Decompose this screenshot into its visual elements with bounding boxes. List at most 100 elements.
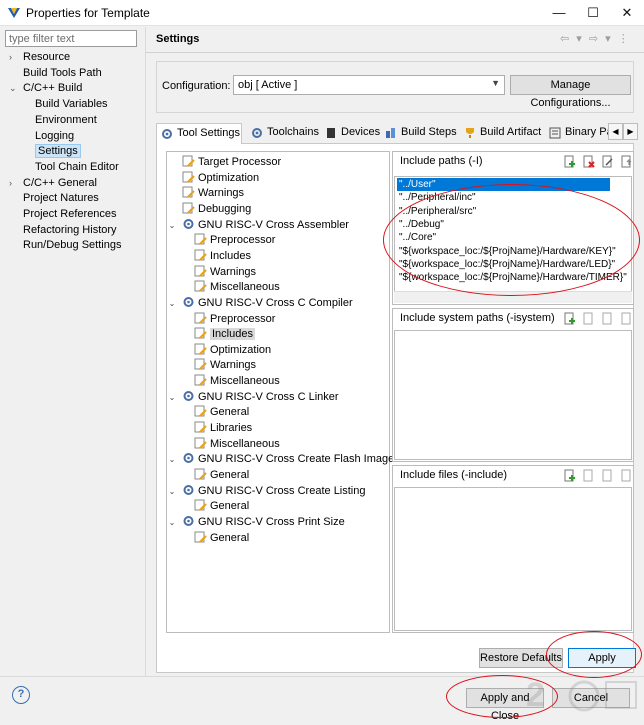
restore-defaults-button[interactable]: Restore Defaults bbox=[479, 648, 563, 668]
include-files-list[interactable] bbox=[394, 487, 632, 631]
tab-devices[interactable]: Devices bbox=[321, 123, 380, 143]
help-icon[interactable]: ? bbox=[12, 686, 30, 704]
sidebar-item[interactable]: Environment bbox=[35, 113, 97, 128]
sidebar-item[interactable]: Tool Chain Editor bbox=[35, 160, 119, 175]
edit-icon[interactable] bbox=[601, 155, 614, 168]
move-up-icon[interactable] bbox=[620, 469, 633, 482]
sidebar-item-label: Run/Debug Settings bbox=[23, 239, 122, 252]
edit-icon[interactable] bbox=[601, 469, 614, 482]
tree-item[interactable]: Miscellaneous bbox=[194, 374, 280, 389]
tree-item[interactable]: General bbox=[194, 499, 249, 514]
apply-button[interactable]: Apply bbox=[568, 648, 636, 668]
tree-item[interactable]: ⌄ GNU RISC-V Cross Create Listing bbox=[169, 484, 366, 499]
tab-toolchains[interactable]: Toolchains bbox=[247, 123, 319, 143]
move-up-icon[interactable] bbox=[620, 155, 633, 168]
tree-item[interactable]: Warnings bbox=[194, 265, 256, 280]
tree-item[interactable]: General bbox=[194, 531, 249, 546]
tree-item-label: Miscellaneous bbox=[210, 281, 280, 294]
list-item[interactable]: "../User" bbox=[397, 178, 610, 191]
list-item[interactable]: "../Peripheral/inc" bbox=[397, 191, 478, 204]
delete-icon[interactable] bbox=[582, 155, 595, 168]
tree-item[interactable]: Miscellaneous bbox=[194, 280, 280, 295]
list-item[interactable]: "../Debug" bbox=[397, 218, 446, 231]
sidebar-item[interactable]: Project Natures bbox=[23, 191, 99, 206]
chevron-right-icon[interactable]: › bbox=[9, 176, 19, 191]
scroll-right-icon[interactable]: ▶ bbox=[623, 123, 638, 140]
scroll-left-icon[interactable]: ◀ bbox=[608, 123, 623, 140]
tree-item[interactable]: ⌄ GNU RISC-V Cross Create Flash Image bbox=[169, 452, 394, 467]
tree-item[interactable]: Warnings bbox=[182, 186, 244, 201]
close-button[interactable]: ✕ bbox=[610, 0, 644, 26]
manage-configurations-button[interactable]: Manage Configurations... bbox=[510, 75, 631, 109]
sidebar-item[interactable]: Build Tools Path bbox=[23, 66, 102, 81]
sidebar-item[interactable]: Run/Debug Settings bbox=[23, 238, 121, 253]
tab-tool-settings[interactable]: Tool Settings bbox=[156, 123, 242, 144]
configuration-select[interactable]: obj [ Active ] ▼ bbox=[233, 75, 505, 95]
add-icon[interactable] bbox=[563, 312, 576, 325]
sidebar-item-label: Refactoring History bbox=[23, 223, 117, 236]
list-item[interactable]: "${workspace_loc:/${ProjName}/Hardware/K… bbox=[397, 245, 618, 258]
delete-icon[interactable] bbox=[582, 469, 595, 482]
chevron-right-icon[interactable]: › bbox=[9, 50, 19, 65]
add-icon[interactable] bbox=[563, 155, 576, 168]
sidebar-item-label: C/C++ Build bbox=[23, 82, 83, 95]
edit-icon[interactable] bbox=[601, 312, 614, 325]
list-item[interactable]: "${workspace_loc:/${ProjName}/Hardware/L… bbox=[397, 258, 617, 271]
delete-icon[interactable] bbox=[582, 312, 595, 325]
tab-build-artifact[interactable]: Build Artifact bbox=[460, 123, 541, 143]
chevron-down-icon[interactable]: ⌄ bbox=[9, 81, 19, 96]
tree-item[interactable]: ⌄ GNU RISC-V Cross C Linker bbox=[169, 390, 339, 405]
tool-gear-icon bbox=[183, 218, 194, 229]
move-up-icon[interactable] bbox=[620, 312, 633, 325]
maximize-button[interactable]: ☐ bbox=[576, 0, 610, 26]
sidebar-item[interactable]: Logging bbox=[35, 129, 74, 144]
tree-item[interactable]: General bbox=[194, 405, 249, 420]
tab-build-steps[interactable]: Build Steps bbox=[381, 123, 457, 143]
option-page-icon bbox=[194, 531, 207, 543]
option-page-icon bbox=[182, 171, 195, 183]
expand-toggle-icon[interactable]: ⌄ bbox=[166, 296, 178, 311]
expand-toggle-icon[interactable]: ⌄ bbox=[166, 218, 178, 233]
tree-item[interactable]: ⌄ GNU RISC-V Cross Assembler bbox=[169, 218, 349, 233]
tool-settings-icon bbox=[162, 129, 172, 139]
tree-item[interactable]: ⌄ GNU RISC-V Cross Print Size bbox=[169, 515, 345, 530]
tree-item[interactable]: Includes bbox=[194, 249, 251, 264]
tree-item-label: General bbox=[210, 531, 250, 544]
tree-item[interactable]: ⌄ GNU RISC-V Cross C Compiler bbox=[169, 296, 353, 311]
expand-toggle-icon[interactable]: ⌄ bbox=[166, 484, 178, 499]
sidebar-item[interactable]: Project References bbox=[23, 207, 117, 222]
expand-toggle-icon[interactable]: ⌄ bbox=[166, 515, 178, 530]
sidebar-item[interactable]: Settings bbox=[35, 144, 81, 159]
sidebar-item[interactable]: Refactoring History bbox=[23, 223, 117, 238]
tree-item[interactable]: Preprocessor bbox=[194, 312, 275, 327]
expand-toggle-icon[interactable]: ⌄ bbox=[166, 390, 178, 405]
expand-toggle-icon[interactable]: ⌄ bbox=[166, 452, 178, 467]
list-item[interactable]: "../Peripheral/src" bbox=[397, 205, 478, 218]
list-item[interactable]: "${workspace_loc:/${ProjName}/Hardware/T… bbox=[397, 271, 629, 284]
list-item[interactable]: "../Core" bbox=[397, 231, 438, 244]
tree-item[interactable]: Optimization bbox=[182, 171, 259, 186]
filter-input[interactable] bbox=[5, 30, 137, 47]
tree-item[interactable]: Includes bbox=[194, 327, 255, 342]
tree-item-label: Debugging bbox=[198, 202, 252, 215]
tree-item[interactable]: Debugging bbox=[182, 202, 251, 217]
sidebar-item[interactable]: Build Variables bbox=[35, 97, 108, 112]
add-icon[interactable] bbox=[563, 469, 576, 482]
tree-item[interactable]: Warnings bbox=[194, 358, 256, 373]
tree-item[interactable]: Target Processor bbox=[182, 155, 281, 170]
tree-item[interactable]: General bbox=[194, 468, 249, 483]
tree-item[interactable]: Preprocessor bbox=[194, 233, 275, 248]
sidebar-item[interactable]: ⌄ C/C++ Build bbox=[9, 81, 83, 96]
history-nav-icons[interactable]: ⇦ ▾ ⇨ ▾ ⋮ bbox=[560, 32, 631, 45]
sidebar-item[interactable]: › C/C++ General bbox=[9, 176, 97, 191]
tree-item[interactable]: Libraries bbox=[194, 421, 252, 436]
tab-binary-parsers[interactable]: Binary Pa bbox=[545, 123, 609, 143]
pane-divider[interactable] bbox=[145, 27, 146, 677]
sidebar-item[interactable]: › Resource bbox=[9, 50, 70, 65]
include-paths-list[interactable]: "../User" "../Peripheral/inc" "../Peripher… bbox=[394, 176, 632, 303]
tree-item[interactable]: Miscellaneous bbox=[194, 437, 280, 452]
horizontal-scrollbar[interactable] bbox=[394, 291, 632, 303]
tree-item[interactable]: Optimization bbox=[194, 343, 271, 358]
include-system-paths-list[interactable] bbox=[394, 330, 632, 460]
minimize-button[interactable]: — bbox=[542, 0, 576, 26]
